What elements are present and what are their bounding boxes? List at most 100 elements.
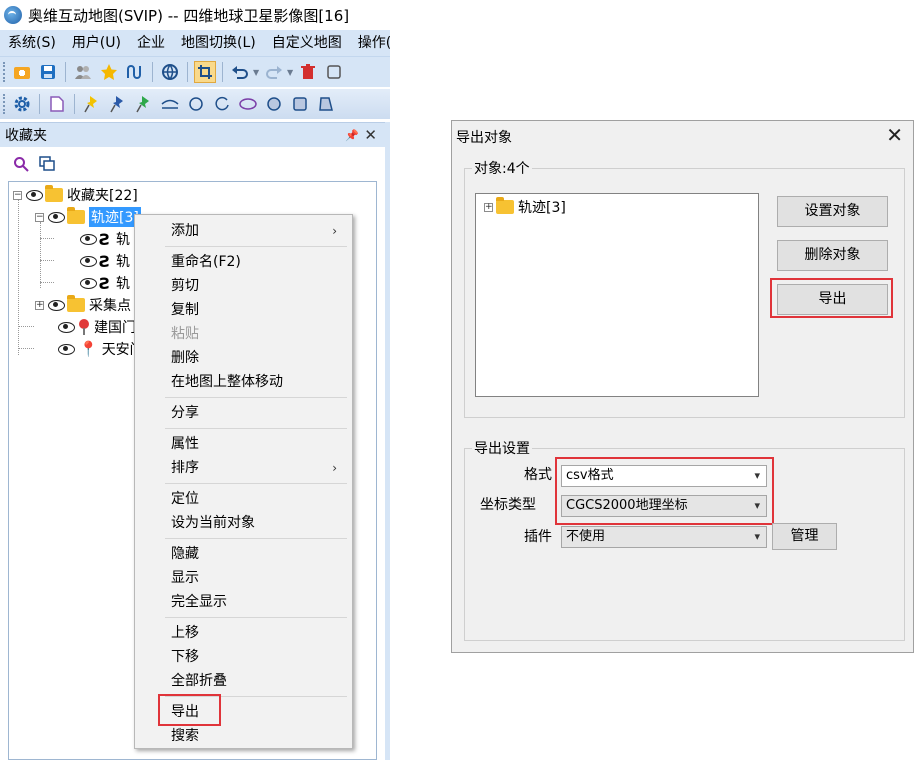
globe-3d-icon[interactable] bbox=[159, 61, 181, 83]
collapse-icon[interactable]: − bbox=[13, 190, 22, 200]
undo-icon[interactable] bbox=[229, 61, 251, 83]
menu-operation[interactable]: 操作(O bbox=[350, 30, 390, 56]
plugin-select[interactable]: 不使用 ▾ bbox=[561, 526, 767, 548]
menu-enterprise[interactable]: 企业 bbox=[129, 30, 173, 56]
menu-user[interactable]: 用户(U) bbox=[64, 30, 129, 56]
close-panel-icon[interactable]: ✕ bbox=[364, 126, 377, 144]
visibility-eye-icon[interactable] bbox=[25, 189, 43, 201]
red-pin-icon bbox=[79, 319, 89, 335]
pin-blue-icon[interactable] bbox=[107, 93, 129, 115]
crop-icon[interactable] bbox=[194, 61, 216, 83]
expand-icon[interactable]: + bbox=[35, 300, 44, 310]
menu-item-show-all[interactable]: 完全显示 bbox=[171, 591, 227, 613]
list-item[interactable]: + 轨迹[3] bbox=[484, 196, 566, 218]
undo-dropdown-icon[interactable]: ▼ bbox=[253, 68, 261, 77]
visibility-eye-icon[interactable] bbox=[79, 255, 97, 267]
tree-node-collect[interactable]: + 采集点 bbox=[35, 294, 131, 316]
app-logo-icon bbox=[4, 6, 22, 24]
arc-icon[interactable] bbox=[211, 93, 233, 115]
menu-item-share[interactable]: 分享 bbox=[171, 402, 199, 424]
menu-item-copy[interactable]: 复制 bbox=[171, 299, 199, 321]
visibility-eye-icon[interactable] bbox=[57, 321, 75, 333]
visibility-eye-icon[interactable] bbox=[57, 343, 75, 355]
toolbar-grip[interactable] bbox=[3, 94, 6, 114]
folder-icon bbox=[45, 185, 63, 202]
tree-node-marker[interactable]: 建国门 bbox=[57, 316, 136, 338]
polygon-icon[interactable] bbox=[315, 93, 337, 115]
toolbar-separator bbox=[187, 62, 188, 82]
tree-node-tracks[interactable]: − 轨迹[3] bbox=[35, 206, 141, 228]
circle-icon[interactable] bbox=[185, 93, 207, 115]
menu-item-search[interactable]: 搜索 bbox=[171, 725, 199, 747]
menu-custom-map[interactable]: 自定义地图 bbox=[264, 30, 350, 56]
tree-node-marker[interactable]: 📍 天安门 bbox=[57, 338, 144, 360]
export-button-highlight bbox=[770, 278, 893, 318]
menu-item-label: 排序 bbox=[171, 460, 199, 476]
menu-item-add[interactable]: 添加 › bbox=[171, 220, 347, 242]
menu-item-show[interactable]: 显示 bbox=[171, 567, 199, 589]
menu-map-switch[interactable]: 地图切换(L) bbox=[173, 30, 264, 56]
tree-node-root[interactable]: − 收藏夹[22] bbox=[13, 184, 138, 206]
filled-rect-icon[interactable] bbox=[289, 93, 311, 115]
menu-item-move-on-map[interactable]: 在地图上整体移动 bbox=[171, 371, 283, 393]
menu-item-paste: 粘贴 bbox=[171, 326, 199, 342]
objects-group-label: 对象:4个 bbox=[472, 158, 532, 178]
visibility-eye-icon[interactable] bbox=[79, 233, 97, 245]
users-icon[interactable] bbox=[72, 61, 94, 83]
tree-node-track[interactable]: Ƨ 轨 bbox=[79, 250, 130, 272]
visibility-eye-icon[interactable] bbox=[47, 299, 65, 311]
menu-system[interactable]: 系统(S) bbox=[0, 30, 64, 56]
collapse-icon[interactable]: − bbox=[35, 212, 44, 222]
tree-node-track[interactable]: Ƨ 轨 bbox=[79, 228, 130, 250]
arc-line-icon[interactable] bbox=[159, 93, 181, 115]
export-dialog: 导出对象 ✕ 对象:4个 + 轨迹[3] 设置对象 删除对象 导出 导出设置 格… bbox=[451, 120, 914, 653]
redo-dropdown-icon[interactable]: ▼ bbox=[287, 68, 295, 77]
pin-yellow-icon[interactable] bbox=[81, 93, 103, 115]
set-objects-button[interactable]: 设置对象 bbox=[777, 196, 888, 227]
menu-separator bbox=[165, 617, 347, 618]
document-icon[interactable] bbox=[46, 93, 68, 115]
menu-item-move-up[interactable]: 上移 bbox=[171, 622, 199, 644]
save-icon[interactable] bbox=[37, 61, 59, 83]
menu-item-set-current[interactable]: 设为当前对象 bbox=[171, 512, 255, 534]
search-icon[interactable] bbox=[10, 153, 32, 175]
pin-panel-icon[interactable]: 📌 bbox=[345, 129, 359, 142]
settings-group-label: 导出设置 bbox=[472, 438, 532, 458]
delete-icon[interactable] bbox=[297, 61, 319, 83]
windows-icon[interactable] bbox=[36, 153, 58, 175]
context-menu: 添加 › 重命名(F2) 剪切 复制 粘贴 删除 在地图上整体移动 分享 属性 … bbox=[134, 214, 353, 749]
star-icon[interactable] bbox=[98, 61, 120, 83]
select-rect-icon[interactable] bbox=[323, 61, 345, 83]
menu-item-cut[interactable]: 剪切 bbox=[171, 275, 199, 297]
tree-node-track[interactable]: Ƨ 轨 bbox=[79, 272, 130, 294]
menu-item-hide[interactable]: 隐藏 bbox=[171, 543, 199, 565]
menu-item-rename[interactable]: 重命名(F2) bbox=[171, 251, 241, 273]
ellipse-icon[interactable] bbox=[237, 93, 259, 115]
settings-gear-icon[interactable] bbox=[11, 93, 33, 115]
export-menu-highlight bbox=[158, 694, 221, 726]
close-icon[interactable]: ✕ bbox=[886, 123, 903, 147]
menu-item-label: 添加 bbox=[171, 223, 199, 239]
manage-button[interactable]: 管理 bbox=[772, 523, 837, 550]
panel-splitter[interactable] bbox=[385, 122, 390, 760]
redo-icon[interactable] bbox=[263, 61, 285, 83]
toolbar-grip[interactable] bbox=[3, 62, 6, 82]
visibility-eye-icon[interactable] bbox=[47, 211, 65, 223]
filled-circle-icon[interactable] bbox=[263, 93, 285, 115]
visibility-eye-icon[interactable] bbox=[79, 277, 97, 289]
track-icon[interactable] bbox=[124, 61, 146, 83]
objects-list[interactable]: + 轨迹[3] bbox=[475, 193, 759, 397]
menu-item-move-down[interactable]: 下移 bbox=[171, 646, 199, 668]
submenu-arrow-icon: › bbox=[332, 461, 337, 475]
pin-green-icon[interactable] bbox=[133, 93, 155, 115]
menu-item-locate[interactable]: 定位 bbox=[171, 488, 199, 510]
app-window: 奥维互动地图(SVIP) -- 四维地球卫星影像图[16] 系统(S) 用户(U… bbox=[0, 0, 390, 760]
menu-item-delete[interactable]: 删除 bbox=[171, 347, 199, 369]
submenu-arrow-icon: › bbox=[332, 224, 337, 238]
delete-objects-button[interactable]: 删除对象 bbox=[777, 240, 888, 271]
open-folder-icon[interactable] bbox=[11, 61, 33, 83]
menu-item-collapse-all[interactable]: 全部折叠 bbox=[171, 670, 227, 692]
menu-item-sort[interactable]: 排序 › bbox=[171, 457, 347, 479]
expand-icon[interactable]: + bbox=[484, 202, 493, 212]
menu-item-properties[interactable]: 属性 bbox=[171, 433, 199, 455]
